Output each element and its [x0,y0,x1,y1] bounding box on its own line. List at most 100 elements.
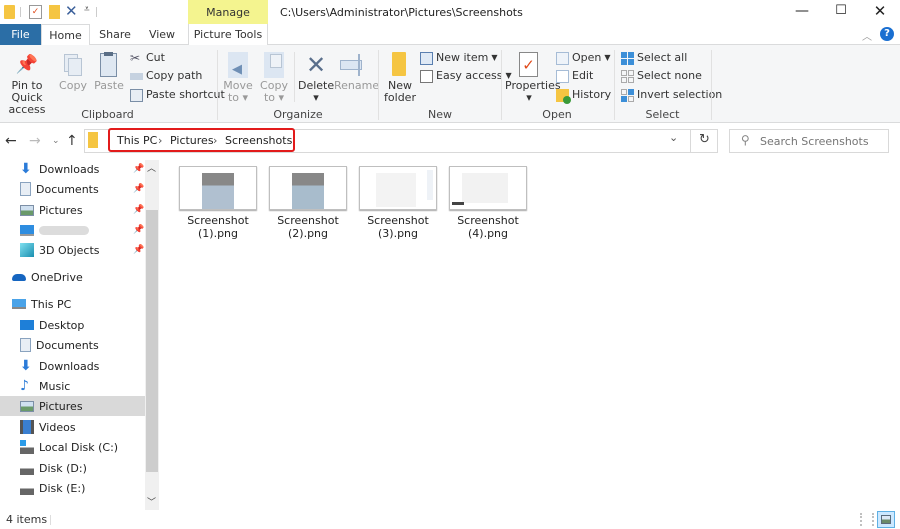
3d-objects-icon [20,243,34,257]
new-item-icon [420,51,433,65]
recent-locations-button[interactable]: ⌄ [52,136,60,146]
breadcrumb-separator[interactable]: › [213,134,217,147]
breadcrumb-screenshots[interactable]: Screenshots [225,134,292,147]
delete-quick-icon[interactable]: ✕ [65,2,78,20]
new-folder-quick-icon[interactable] [49,5,60,19]
sidebar-label: Local Disk (C:) [39,440,119,454]
select-all-icon [621,51,634,65]
sidebar-item-this-pc[interactable]: This PC [0,294,145,314]
tab-file[interactable]: File [0,24,41,45]
rename-label: Rename [334,79,380,92]
scroll-up-button[interactable]: ︿ [147,161,156,174]
sidebar-item-documents[interactable]: Documents [0,335,145,355]
folder-icon [4,5,15,19]
sidebar-label: Pictures [39,399,83,413]
forward-button[interactable]: → [29,133,41,149]
breadcrumb-this-pc[interactable]: This PC [117,134,157,147]
delete-button[interactable]: ✕ Delete ▾ [298,52,334,104]
sidebar-item-quick-desktop[interactable]: 📌 [0,220,145,240]
tab-home[interactable]: Home [41,24,90,46]
invert-selection-button[interactable]: Invert selection [621,86,722,104]
clipboard-group-label: Clipboard [81,108,134,121]
sidebar-item-quick-documents[interactable]: Documents 📌 [0,179,145,199]
copy-label: Copy [59,79,87,92]
paste-shortcut-label: Paste shortcut [146,88,225,101]
sidebar-item-disk-e[interactable]: Disk (E:) [0,478,145,498]
close-button[interactable]: ✕ [857,0,900,24]
copy-to-button[interactable]: Copy to ▾ [258,52,290,104]
sidebar-item-local-disk-c[interactable]: Local Disk (C:) [0,437,145,457]
properties-button[interactable]: ✓ Properties ▾ [505,52,561,104]
download-icon: ⬇ [20,161,32,177]
divider [96,7,97,17]
sidebar-item-quick-3d-objects[interactable]: 3D Objects 📌 [0,240,145,260]
file-name: Screenshot [187,214,249,227]
tab-picture-tools[interactable]: Picture Tools [188,24,268,45]
paste-shortcut-button[interactable]: Paste shortcut [130,86,225,104]
divider [501,50,502,120]
search-input[interactable] [760,132,884,150]
manage-context-tab[interactable]: Manage [188,0,268,25]
history-button[interactable]: History [556,86,611,104]
tab-share[interactable]: Share [92,24,138,45]
divider [690,129,691,153]
history-icon [556,88,571,104]
sidebar-item-disk-d[interactable]: Disk (D:) [0,458,145,478]
sidebar-item-videos[interactable]: Videos [0,417,145,437]
move-to-label-2: to [227,91,239,104]
customize-toolbar-icon[interactable]: ⩡ [84,4,90,15]
sidebar-label: Documents [36,182,99,196]
file-item[interactable]: Screenshot (1).png [177,166,259,240]
sidebar-item-onedrive[interactable]: OneDrive [0,267,145,287]
large-icons-view-button[interactable] [877,511,895,528]
open-button[interactable]: Open ▼ [556,49,611,67]
edit-button[interactable]: Edit [556,67,593,85]
select-none-icon [621,69,634,83]
tab-view[interactable]: View [140,24,184,45]
move-to-button[interactable]: ◀ Move to ▾ [222,52,254,104]
paste-button[interactable]: Paste [94,52,124,92]
new-item-button[interactable]: New item ▼ [420,49,498,67]
sidebar-label: Disk (D:) [39,461,87,475]
new-folder-button[interactable]: New folder [382,52,418,104]
rename-button[interactable]: Rename [334,52,380,92]
delete-icon: ✕ [305,51,327,79]
file-item[interactable]: Screenshot (2).png [267,166,349,240]
details-view-button[interactable] [860,513,874,526]
easy-access-button[interactable]: Easy access ▼ [420,67,512,85]
new-item-label: New item [436,51,489,64]
sidebar-label: Pictures [39,203,83,217]
sidebar-item-pictures[interactable]: Pictures [0,396,145,416]
file-name: Screenshot [367,214,429,227]
file-item[interactable]: Screenshot (3).png [357,166,439,240]
select-all-button[interactable]: Select all [621,49,687,67]
pin-quick-access-button[interactable]: 📌 Pin to Quick access [0,52,54,116]
properties-quick-icon[interactable]: ✓ [29,5,42,19]
help-icon[interactable]: ? [880,27,894,41]
paste-shortcut-icon [130,88,143,102]
file-item[interactable]: Screenshot (4).png [447,166,529,240]
sidebar-item-quick-pictures[interactable]: Pictures 📌 [0,200,145,220]
address-dropdown-button[interactable]: ⌄ [669,131,678,144]
breadcrumb-pictures[interactable]: Pictures [170,134,214,147]
sidebar-item-quick-downloads[interactable]: ⬇ Downloads 📌 [0,159,145,179]
select-none-button[interactable]: Select none [621,67,702,85]
sidebar-item-downloads[interactable]: ⬇ Downloads [0,356,145,376]
scrollbar-thumb[interactable] [146,210,158,472]
copy-button[interactable]: Copy [58,52,88,92]
this-pc-icon [12,299,26,309]
cut-button[interactable]: ✂ Cut [130,49,165,67]
sidebar-item-music[interactable]: ♪ Music [0,376,145,396]
sidebar-label: Downloads [39,162,100,176]
organize-group-label: Organize [273,108,323,121]
sidebar-item-desktop[interactable]: Desktop [0,315,145,335]
desktop-icon [20,224,34,236]
refresh-button[interactable]: ↻ [699,132,710,147]
collapse-ribbon-icon[interactable]: ︿ [862,28,872,43]
breadcrumb-separator[interactable]: › [158,134,162,147]
up-button[interactable]: ↑ [66,133,78,149]
copy-path-button[interactable]: Copy path [130,67,202,85]
download-icon: ⬇ [20,358,32,374]
scroll-down-button[interactable]: ﹀ [147,495,156,508]
back-button[interactable]: ← [5,133,17,149]
